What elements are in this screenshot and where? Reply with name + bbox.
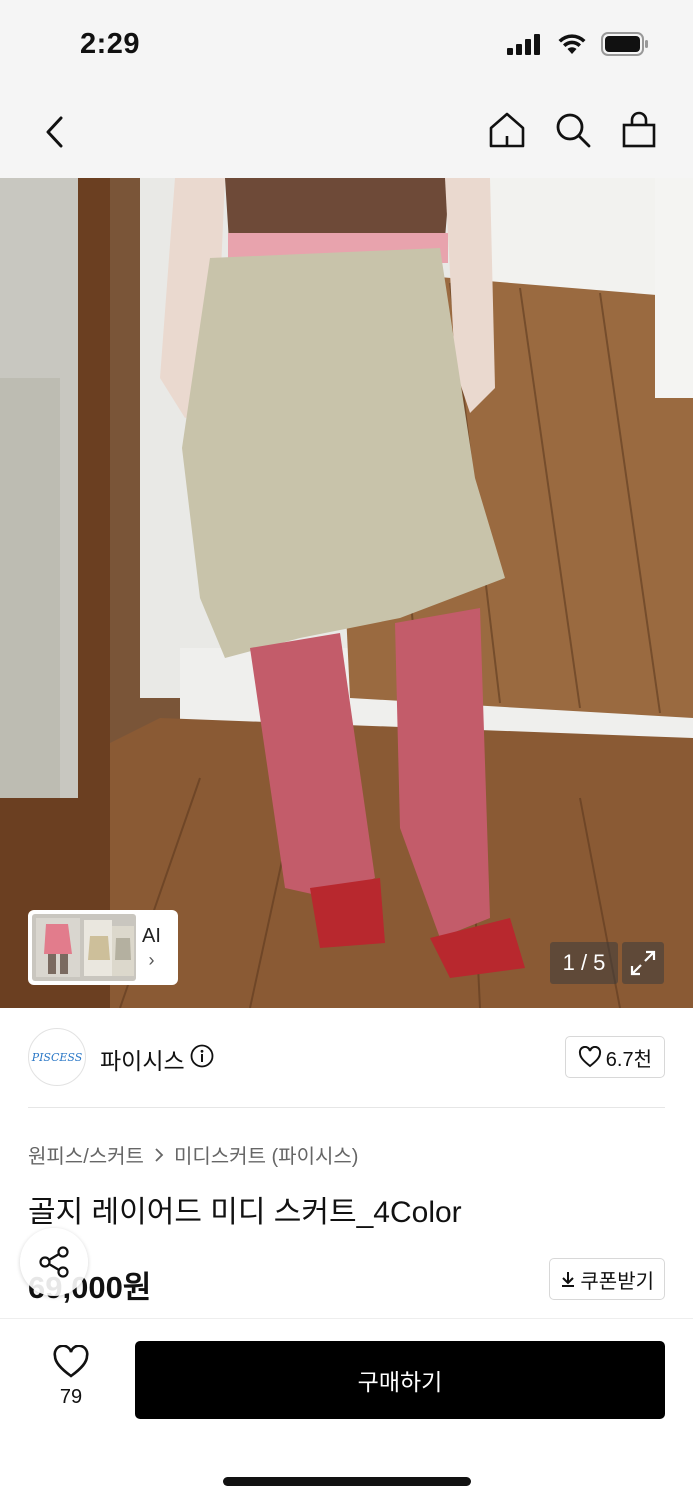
heart-icon: [578, 1046, 601, 1068]
image-counter: 1 / 5: [550, 942, 618, 984]
coupon-button[interactable]: 쿠폰받기: [549, 1258, 665, 1300]
chevron-right-icon: [155, 1147, 164, 1162]
brand-like-button[interactable]: 6.7천: [564, 1036, 665, 1078]
ai-label-group: AI ›: [142, 925, 161, 971]
shopping-bag-icon: [622, 111, 656, 148]
nav-bar: [0, 92, 693, 178]
product-photo: [0, 178, 693, 1008]
home-icon: [489, 112, 525, 148]
ai-similar-button[interactable]: AI ›: [28, 910, 178, 985]
bottom-action-bar: 79 구매하기: [0, 1318, 693, 1500]
share-button[interactable]: [20, 1228, 88, 1296]
wish-count: 79: [59, 1386, 83, 1408]
breadcrumb: 원피스/스커트 미디스커트 (파이시스): [28, 1140, 358, 1169]
wifi-icon: [557, 33, 587, 60]
search-button[interactable]: [553, 110, 593, 150]
home-indicator: [223, 1477, 471, 1486]
share-icon: [39, 1246, 69, 1278]
coupon-label: 쿠폰받기: [580, 1270, 654, 1293]
brand-like-count: 6.7천: [605, 1048, 652, 1071]
buy-button[interactable]: 구매하기: [135, 1341, 665, 1419]
ai-label: AI: [142, 924, 161, 947]
ai-thumbnail: [32, 914, 136, 981]
back-button[interactable]: [34, 112, 74, 152]
product-image[interactable]: AI › 1 / 5: [0, 178, 693, 1008]
nav-actions: [487, 110, 659, 150]
breadcrumb-item[interactable]: 원피스/스커트: [28, 1140, 144, 1169]
brand-name[interactable]: 파이시스: [100, 1042, 185, 1076]
heart-icon: [53, 1344, 89, 1378]
fullscreen-button[interactable]: [622, 942, 664, 984]
brand-logo[interactable]: PISCESS: [28, 1028, 86, 1086]
home-button[interactable]: [487, 110, 527, 150]
cart-button[interactable]: [619, 110, 659, 150]
breadcrumb-item[interactable]: 미디스커트 (파이시스): [174, 1140, 358, 1169]
brand-logo-text: PISCESS: [31, 1050, 83, 1064]
download-icon: [562, 1272, 575, 1287]
expand-icon: [630, 950, 656, 976]
status-bar: 2:29: [0, 0, 693, 92]
wish-button[interactable]: 79: [48, 1344, 94, 1409]
status-icons: [507, 32, 649, 61]
status-time: 2:29: [80, 28, 141, 60]
info-icon[interactable]: [190, 1044, 214, 1068]
signal-icon: [507, 33, 543, 60]
search-icon: [556, 113, 591, 148]
brand-row: PISCESS 파이시스 6.7천: [28, 1028, 665, 1088]
chevron-left-icon: [46, 116, 63, 148]
product-title: 골지 레이어드 미디 스커트_4Color: [28, 1196, 462, 1229]
chevron-right-icon: ›: [148, 949, 155, 970]
battery-icon: [601, 32, 649, 61]
divider: [28, 1107, 665, 1108]
